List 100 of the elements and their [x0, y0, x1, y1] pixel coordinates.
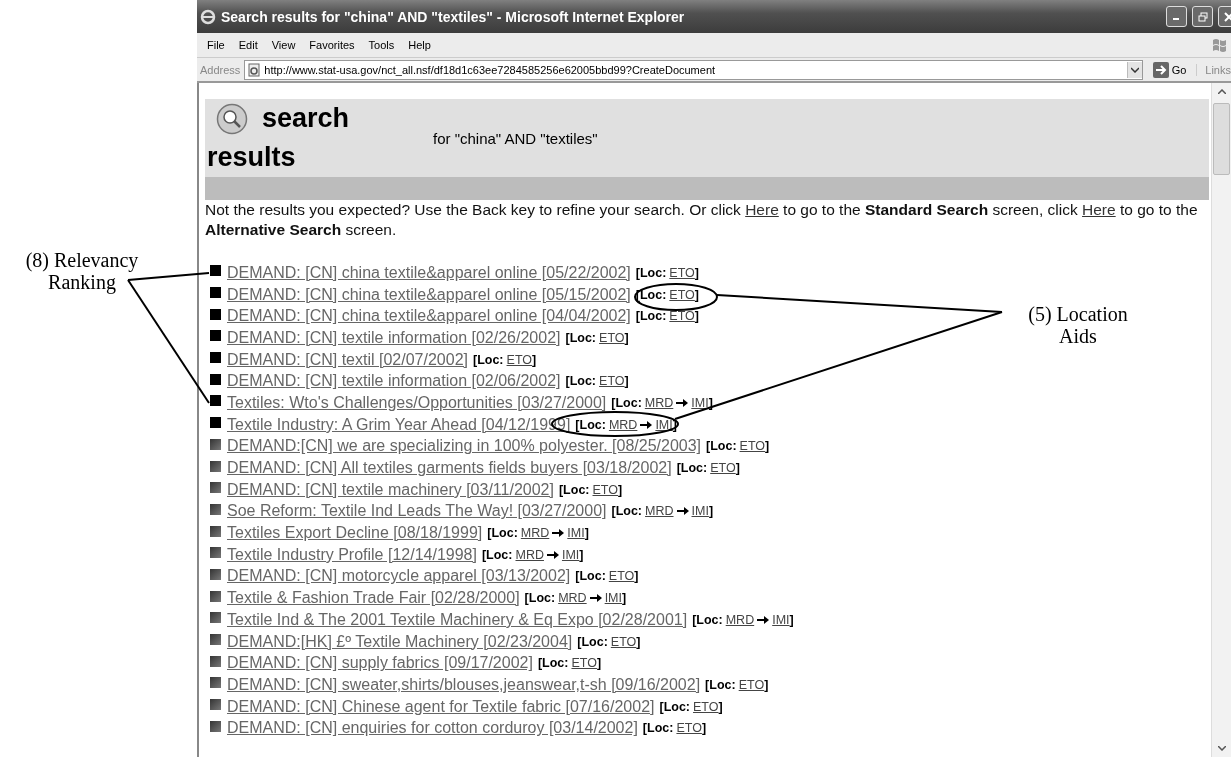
address-field[interactable]: http://www.stat-usa.gov/nct_all.nsf/df18d1c63ee7284585256e62005bbd99?CreateDocument — [244, 59, 1143, 80]
page-heading: results — [207, 142, 297, 173]
bracket-text: ] — [694, 309, 699, 324]
scroll-thumb[interactable] — [1213, 103, 1230, 175]
result-link[interactable]: Textile & Fashion Trade Fair [02/28/2000] — [227, 589, 520, 608]
location-label: [Loc: — [575, 417, 606, 432]
here-link[interactable]: Here — [1082, 201, 1116, 218]
result-link[interactable]: DEMAND: [CN] textile information [02/26/2002] — [227, 328, 561, 347]
result-link[interactable]: DEMAND:[CN] we are specializing in 100% polyester. [08/25/2003] — [227, 437, 701, 456]
bracket-text: ] — [622, 591, 627, 606]
result-link[interactable]: DEMAND: [CN] textil [02/07/2002] — [227, 350, 468, 369]
scrollbar[interactable] — [1211, 83, 1231, 757]
result-link[interactable]: Textiles Export Decline [08/18/1999] — [227, 524, 483, 543]
location-link[interactable]: MRD — [645, 504, 674, 519]
location-link[interactable]: ETO — [571, 656, 597, 671]
scroll-down-icon — [1217, 746, 1226, 751]
result-link[interactable]: DEMAND: [CN] textile information [02/06/2002] — [227, 372, 561, 391]
result-link[interactable]: DEMAND: [CN] supply fabrics [09/17/2002] — [227, 654, 533, 673]
arrow-icon — [552, 528, 565, 539]
result-link[interactable]: DEMAND: [CN] sweater,shirts/blouses,jeanswear,t-sh [09/16/2002] — [227, 675, 701, 694]
location-link[interactable]: ETO — [710, 461, 736, 476]
result-link[interactable]: DEMAND: [CN] china textile&apparel online [05/22/2002] — [227, 263, 631, 282]
location-link[interactable]: MRD — [725, 612, 755, 627]
bracket-text: ] — [701, 721, 707, 736]
location-label: [Loc: — [659, 699, 691, 714]
location-link[interactable]: ETO — [693, 699, 719, 714]
menu-item[interactable]: File — [200, 39, 232, 51]
location-link[interactable]: ETO — [669, 287, 695, 302]
menu-item[interactable]: Tools — [361, 39, 402, 51]
bracket-text: ] — [764, 677, 769, 692]
location-link[interactable]: MRD — [644, 395, 674, 410]
bracket-text: ] — [735, 461, 740, 476]
bracket-text: ] — [634, 569, 639, 584]
arrow-icon — [589, 593, 602, 604]
location-link[interactable]: ETO — [669, 265, 695, 280]
location-link[interactable]: IMI — [561, 547, 580, 562]
bracket-text: ] — [579, 547, 584, 562]
menu-item[interactable]: Help — [401, 39, 438, 51]
bracket-text: ] — [708, 504, 714, 519]
location-label: [Loc: — [558, 482, 590, 497]
bracket-text: ] — [618, 482, 623, 497]
bracket-text: ] — [532, 352, 537, 367]
location-link[interactable]: IMI — [655, 417, 673, 432]
bracket-text: ] — [718, 699, 723, 714]
result-link[interactable]: Soe Reform: Textile Ind Leads The Way! [03/27/2000] — [227, 502, 607, 521]
location-link[interactable]: MRD — [608, 417, 638, 432]
here-link[interactable]: Here — [745, 201, 779, 218]
go-button[interactable]: Go — [1146, 61, 1193, 78]
close-icon — [1223, 11, 1231, 22]
arrow-icon — [640, 419, 653, 430]
location-link[interactable]: IMI — [604, 591, 622, 606]
location-link[interactable]: ETO — [592, 482, 618, 497]
result-link[interactable]: Textile Industry Profile [12/14/1998] — [227, 545, 477, 564]
page-icon — [247, 62, 262, 77]
location-link[interactable]: MRD — [520, 526, 550, 541]
result-link[interactable]: DEMAND: [CN] Chinese agent for Textile fabric [07/16/2002] — [227, 697, 655, 716]
result-link[interactable]: DEMAND: [CN] china textile&apparel online [05/15/2002] — [227, 285, 631, 304]
arrow-icon — [757, 614, 770, 625]
location-label: [Loc: — [705, 677, 736, 692]
location-link[interactable]: IMI — [567, 526, 585, 541]
menu-item[interactable]: Edit — [231, 39, 265, 51]
location-label: [Loc: — [473, 352, 504, 367]
bracket-text: ] — [624, 374, 629, 389]
result-link[interactable]: DEMAND:[HK] £º Textile Machinery [02/23/2004] — [227, 632, 573, 651]
location-label: [Loc: — [642, 721, 674, 736]
result-link[interactable]: DEMAND: [CN] enquiries for cotton corduroy [03/14/2002] — [227, 719, 638, 738]
location-link[interactable]: ETO — [739, 439, 766, 454]
address-label: Address — [200, 63, 241, 76]
location-label: [Loc: — [565, 330, 597, 345]
location-link[interactable]: ETO — [669, 309, 695, 324]
bracket-text: ] — [694, 265, 699, 280]
minimize-button[interactable] — [1166, 6, 1187, 27]
location-link[interactable]: ETO — [676, 721, 702, 736]
result-link[interactable]: Textile Ind & The 2001 Textile Machinery & Eq Expo [02/28/2001] — [227, 610, 688, 629]
result-link[interactable]: DEMAND: [CN] motorcycle apparel [03/13/2002] — [227, 567, 571, 586]
location-link[interactable]: MRD — [558, 591, 587, 606]
result-link[interactable]: Textiles: Wto's Challenges/Opportunities [03/27/2000] — [227, 393, 607, 412]
location-label: [Loc: — [487, 526, 518, 541]
bracket-text: ] — [624, 330, 629, 345]
location-link[interactable]: IMI — [691, 504, 709, 519]
location-link[interactable]: MRD — [515, 547, 544, 562]
location-link[interactable]: IMI — [691, 395, 709, 410]
location-link[interactable]: IMI — [772, 612, 790, 627]
menu-item[interactable]: Favorites — [302, 39, 362, 51]
scroll-up-icon — [1217, 89, 1226, 94]
result-link[interactable]: DEMAND: [CN] All textiles garments fields buyers [03/18/2002] — [227, 459, 672, 478]
result-link[interactable]: DEMAND: [CN] china textile&apparel online [04/04/2002] — [227, 307, 631, 326]
location-label: [Loc: — [481, 547, 513, 562]
restore-button[interactable] — [1192, 6, 1213, 27]
location-label: [Loc: — [676, 461, 708, 476]
menu-item[interactable]: View — [264, 39, 303, 51]
location-label: [Loc: — [565, 374, 597, 389]
dropdown-button[interactable] — [1126, 61, 1142, 78]
location-label: [Loc: — [577, 634, 608, 649]
windows-logo-icon — [1211, 37, 1229, 53]
location-link[interactable]: ETO — [599, 374, 625, 389]
result-link[interactable]: DEMAND: [CN] textile machinery [03/11/2002] — [227, 480, 554, 499]
chevron-down-icon — [1130, 66, 1139, 73]
location-link[interactable]: ETO — [599, 330, 625, 345]
bracket-text: ] — [596, 656, 602, 671]
